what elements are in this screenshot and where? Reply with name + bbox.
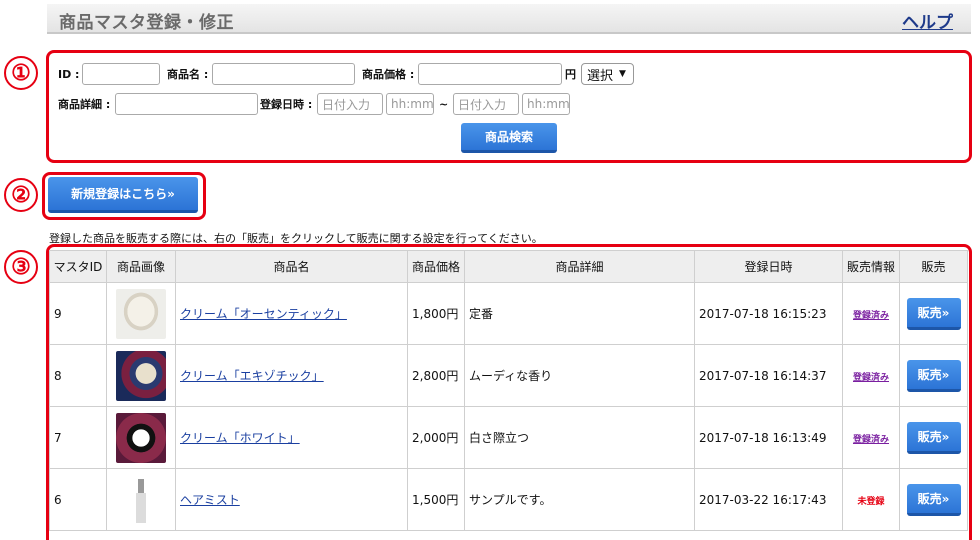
- sell-button[interactable]: 販売»: [906, 421, 961, 454]
- cream-jar-exotic-image: [116, 350, 166, 401]
- cell-detail: ムーディな香り: [464, 344, 695, 407]
- col-header-sell: 販売: [899, 250, 968, 283]
- search-button[interactable]: 商品検索: [461, 123, 557, 153]
- date-from-placeholder: 日付入力: [322, 97, 371, 112]
- name-input[interactable]: [212, 63, 355, 85]
- id-label: ID :: [58, 68, 80, 81]
- cell-date: 2017-07-18 16:14:37: [694, 344, 843, 407]
- id-input[interactable]: [82, 63, 160, 85]
- product-name-link[interactable]: ヘアミスト: [180, 493, 240, 507]
- new-registration-button[interactable]: 新規登録はこちら»: [48, 177, 198, 213]
- cell-date: 2017-07-18 16:13:49: [694, 406, 843, 469]
- cell-price: 1,800円: [407, 282, 465, 345]
- price-input[interactable]: [418, 63, 562, 85]
- status-badge: 未登録: [857, 496, 885, 507]
- sell-button[interactable]: 販売»: [906, 483, 961, 516]
- date-label: 登録日時 :: [260, 98, 313, 111]
- status-badge[interactable]: 登録済み: [853, 311, 889, 321]
- product-table: マスタID 商品画像 商品名 商品価格 商品詳細 登録日時 販売情報 販売 9 …: [49, 250, 968, 531]
- cell-id: 9: [49, 282, 107, 345]
- table-row: 9 クリーム「オーセンティック」 1,800円 定番 2017-07-18 16…: [49, 282, 968, 345]
- cell-id: 6: [49, 468, 107, 531]
- col-header-detail: 商品詳細: [464, 250, 695, 283]
- table-row: 8 クリーム「エキゾチック」 2,800円 ムーディな香り 2017-07-18…: [49, 344, 968, 407]
- table-row: 7 クリーム「ホワイト」 2,000円 白さ際立つ 2017-07-18 16:…: [49, 406, 968, 469]
- cell-detail: 白さ際立つ: [464, 406, 695, 469]
- product-name-link[interactable]: クリーム「ホワイト」: [180, 431, 300, 445]
- cell-detail: 定番: [464, 282, 695, 345]
- chevron-down-icon: ▼: [619, 69, 626, 79]
- product-name-link[interactable]: クリーム「オーセンティック」: [180, 307, 347, 321]
- cream-jar-white-dark-image: [116, 412, 166, 463]
- cell-date: 2017-03-22 16:17:43: [694, 468, 843, 531]
- date-to-input[interactable]: 日付入力: [453, 93, 519, 115]
- time-from-placeholder: hh:mm: [391, 97, 434, 111]
- cell-id: 8: [49, 344, 107, 407]
- detail-input[interactable]: [115, 93, 258, 115]
- product-name-link[interactable]: クリーム「エキゾチック」: [180, 369, 324, 383]
- price-unit: 円: [565, 68, 576, 81]
- status-badge[interactable]: 登録済み: [853, 435, 889, 445]
- col-header-name: 商品名: [175, 250, 408, 283]
- date-to-placeholder: 日付入力: [458, 97, 507, 112]
- col-header-master-id: マスタID: [49, 250, 107, 283]
- sell-button[interactable]: 販売»: [906, 359, 961, 392]
- help-link[interactable]: ヘルプ: [902, 8, 953, 33]
- annotation-marker-3: ③: [4, 250, 38, 284]
- col-header-image: 商品画像: [106, 250, 176, 283]
- status-badge[interactable]: 登録済み: [853, 373, 889, 383]
- table-row: 6 ヘアミスト 1,500円 サンプルです。 2017-03-22 16:17:…: [49, 468, 968, 531]
- col-header-price: 商品価格: [407, 250, 465, 283]
- price-label: 商品価格 :: [362, 68, 415, 81]
- page-title: 商品マスタ登録・修正: [59, 13, 234, 33]
- detail-label: 商品詳細 :: [58, 98, 111, 111]
- cell-detail: サンプルです。: [464, 468, 695, 531]
- cell-price: 2,000円: [407, 406, 465, 469]
- annotation-marker-1: ①: [4, 56, 38, 90]
- range-tilde: ~: [439, 98, 449, 111]
- date-from-input[interactable]: 日付入力: [317, 93, 383, 115]
- price-select-value: 選択: [587, 68, 614, 84]
- annotation-marker-2: ②: [4, 178, 38, 212]
- price-select[interactable]: 選択 ▼: [581, 63, 634, 85]
- time-from-input[interactable]: hh:mm: [386, 93, 434, 115]
- page-header: 商品マスタ登録・修正 ヘルプ: [47, 4, 971, 34]
- time-to-placeholder: hh:mm: [527, 97, 570, 111]
- cream-jar-white-image: [116, 288, 166, 339]
- table-header-row: マスタID 商品画像 商品名 商品価格 商品詳細 登録日時 販売情報 販売: [49, 250, 968, 283]
- cell-price: 2,800円: [407, 344, 465, 407]
- time-to-input[interactable]: hh:mm: [522, 93, 570, 115]
- cell-price: 1,500円: [407, 468, 465, 531]
- col-header-date: 登録日時: [694, 250, 843, 283]
- cell-date: 2017-07-18 16:15:23: [694, 282, 843, 345]
- name-label: 商品名 :: [167, 68, 209, 81]
- col-header-sales-info: 販売情報: [842, 250, 900, 283]
- cell-id: 7: [49, 406, 107, 469]
- sell-button[interactable]: 販売»: [906, 297, 961, 330]
- hair-mist-bottle-image: [116, 474, 166, 525]
